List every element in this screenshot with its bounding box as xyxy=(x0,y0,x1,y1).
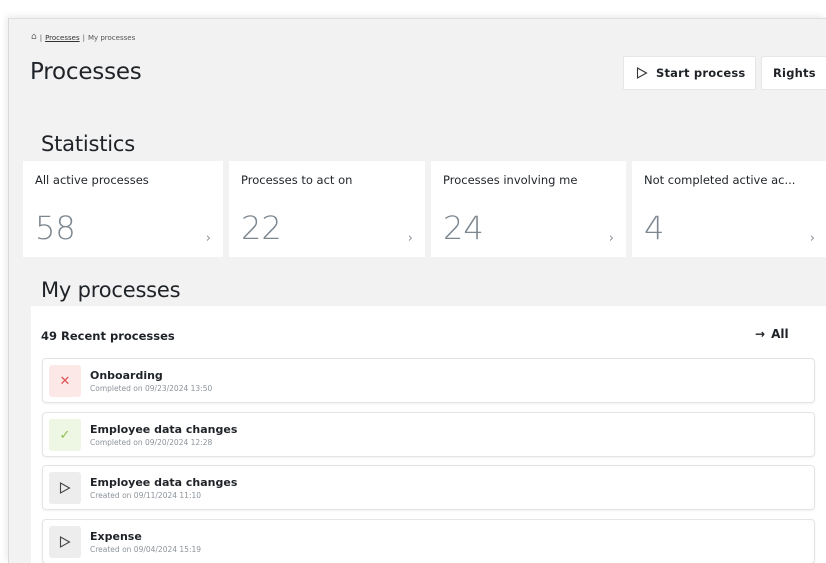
breadcrumb-link-processes[interactable]: Processes xyxy=(45,34,80,42)
breadcrumb-separator: | xyxy=(82,33,85,42)
process-status-text: Completed on 09/20/2024 12:28 xyxy=(90,438,213,447)
stat-card-value: 58 xyxy=(35,209,76,247)
page-title: Processes xyxy=(30,59,142,85)
recent-processes-panel: 49 Recent processes → All ✕ Onboarding C… xyxy=(31,306,826,563)
chevron-right-icon: › xyxy=(809,231,815,246)
breadcrumb-current: My processes xyxy=(87,33,136,42)
breadcrumb: ⌂ | Processes | My processes xyxy=(31,33,135,42)
play-icon xyxy=(636,67,648,79)
process-name: Employee data changes xyxy=(90,423,238,436)
start-process-button[interactable]: Start process xyxy=(623,56,756,90)
chevron-right-icon: › xyxy=(407,231,413,246)
all-processes-link[interactable]: → All xyxy=(755,327,789,341)
stat-card-not-completed[interactable]: Not completed active ac... 4 › xyxy=(632,161,826,257)
chevron-right-icon: › xyxy=(205,231,211,246)
play-icon xyxy=(49,526,81,558)
stat-card-involving-me[interactable]: Processes involving me 24 › xyxy=(431,161,626,257)
play-icon xyxy=(49,472,81,504)
arrow-right-icon: → xyxy=(755,327,766,341)
stat-card-value: 4 xyxy=(644,209,665,247)
stat-card-value: 24 xyxy=(443,209,484,247)
app-window: ⌂ | Processes | My processes Processes S… xyxy=(8,18,826,563)
process-name: Expense xyxy=(90,530,142,543)
failed-status-icon: ✕ xyxy=(49,365,81,397)
statistics-title: Statistics xyxy=(41,132,135,156)
process-row[interactable]: ✕ Onboarding Completed on 09/23/2024 13:… xyxy=(42,358,815,403)
stat-card-value: 22 xyxy=(241,209,282,247)
process-status-text: Created on 09/04/2024 15:19 xyxy=(90,545,202,554)
rights-button[interactable]: Rights xyxy=(761,56,826,90)
process-row[interactable]: Expense Created on 09/04/2024 15:19 xyxy=(42,519,815,563)
recent-processes-count: 49 Recent processes xyxy=(41,329,175,343)
stat-card-label: Not completed active ac... xyxy=(644,173,796,187)
stat-card-to-act-on[interactable]: Processes to act on 22 › xyxy=(229,161,425,257)
stat-card-all-active[interactable]: All active processes 58 › xyxy=(23,161,223,257)
my-processes-title: My processes xyxy=(41,278,181,302)
process-status-text: Completed on 09/23/2024 13:50 xyxy=(90,384,213,393)
process-row[interactable]: ✓ Employee data changes Completed on 09/… xyxy=(42,412,815,457)
process-name: Employee data changes xyxy=(90,476,238,489)
stat-card-label: Processes to act on xyxy=(241,173,353,187)
stat-card-label: All active processes xyxy=(35,173,149,187)
rights-label: Rights xyxy=(773,66,816,80)
home-icon[interactable]: ⌂ xyxy=(31,33,37,42)
breadcrumb-separator: | xyxy=(39,33,43,42)
check-icon: ✓ xyxy=(49,419,81,451)
all-link-label: All xyxy=(771,327,789,341)
process-name: Onboarding xyxy=(90,369,163,382)
chevron-right-icon: › xyxy=(608,231,614,246)
stat-card-label: Processes involving me xyxy=(443,173,578,187)
start-process-label: Start process xyxy=(656,66,746,80)
process-row[interactable]: Employee data changes Created on 09/11/2… xyxy=(42,465,815,510)
process-status-text: Created on 09/11/2024 11:10 xyxy=(90,491,202,500)
